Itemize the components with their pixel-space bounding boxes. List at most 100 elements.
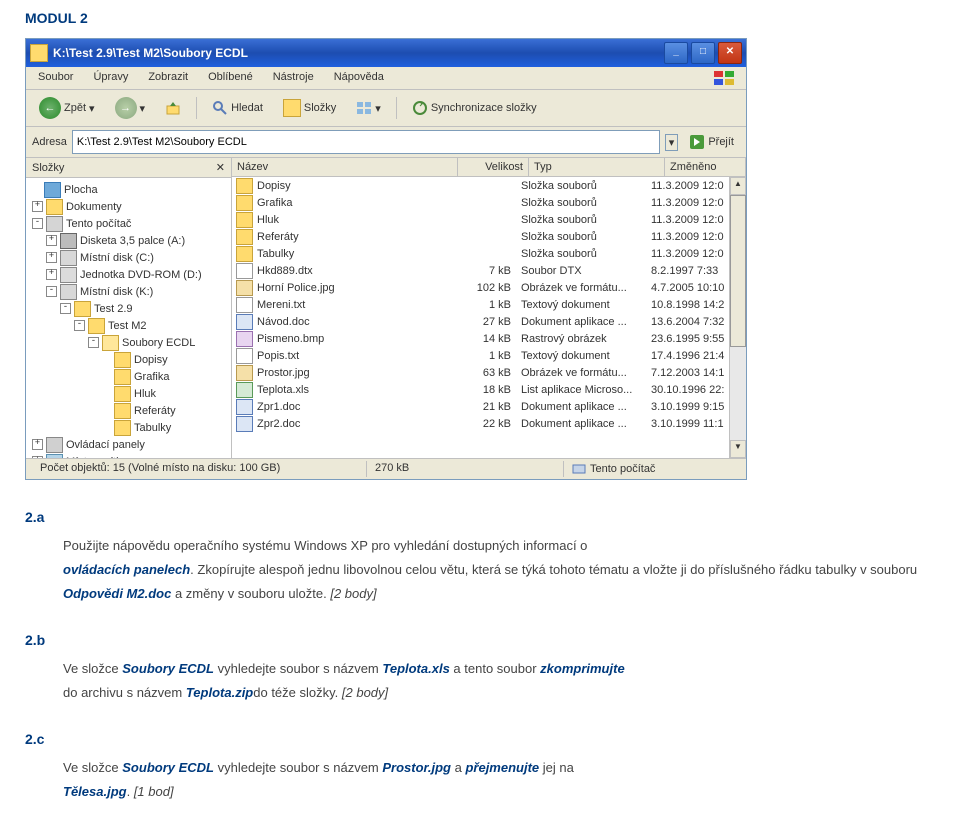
scroll-up-icon[interactable]: ▲ — [730, 177, 746, 195]
column-size[interactable]: Velikost — [458, 158, 529, 176]
tree-item[interactable]: Dopisy — [28, 351, 229, 368]
column-type[interactable]: Typ — [529, 158, 665, 176]
up-button[interactable] — [158, 97, 188, 119]
back-button[interactable]: ←Zpět ▾ — [32, 94, 102, 122]
expand-icon[interactable]: - — [60, 303, 71, 314]
titlebar[interactable]: K:\Test 2.9\Test M2\Soubory ECDL _ □ ✕ — [26, 39, 746, 67]
tree-item[interactable]: -Místní disk (K:) — [28, 283, 229, 300]
close-button[interactable]: ✕ — [718, 42, 742, 64]
tree-item[interactable]: Grafika — [28, 368, 229, 385]
close-pane-icon[interactable]: ✕ — [216, 161, 225, 174]
menu-upravy[interactable]: Úpravy — [85, 69, 136, 87]
tree-item-label: Místní disk (C:) — [80, 252, 154, 264]
folders-button[interactable]: Složky — [276, 96, 343, 120]
forward-button[interactable]: → ▾ — [108, 94, 153, 122]
tree-item[interactable]: +Disketa 3,5 palce (A:) — [28, 232, 229, 249]
minimize-button[interactable]: _ — [664, 42, 688, 64]
file-type: Dokument aplikace ... — [516, 401, 646, 413]
file-size: 14 kB — [451, 333, 516, 345]
expand-icon[interactable]: + — [32, 456, 43, 458]
file-row[interactable]: Teplota.xls18 kBList aplikace Microso...… — [232, 381, 729, 398]
expand-icon[interactable]: + — [46, 269, 57, 280]
task-number: 2.c — [25, 727, 935, 753]
address-dropdown-icon[interactable]: ▾ — [665, 134, 679, 151]
folder-icon — [114, 403, 131, 419]
tree-item-label: Tento počítač — [66, 218, 131, 230]
tree-item[interactable]: - Tento počítač — [28, 215, 229, 232]
file-row[interactable]: Mereni.txt1 kBTextový dokument10.8.1998 … — [232, 296, 729, 313]
file-row[interactable]: Zpr1.doc21 kBDokument aplikace ...3.10.1… — [232, 398, 729, 415]
expand-icon[interactable]: - — [32, 218, 43, 229]
menu-oblibene[interactable]: Oblíbené — [200, 69, 261, 87]
doc-icon — [236, 399, 253, 415]
sync-button[interactable]: Synchronizace složky — [405, 97, 544, 119]
file-type: Obrázek ve formátu... — [516, 367, 646, 379]
search-button[interactable]: Hledat — [205, 97, 270, 119]
tree-item[interactable]: Plocha — [28, 181, 229, 198]
tree-item[interactable]: Referáty — [28, 402, 229, 419]
folderopen-icon — [102, 335, 119, 351]
file-name: Tabulky — [257, 248, 294, 260]
menu-zobrazit[interactable]: Zobrazit — [140, 69, 196, 87]
tree-item[interactable]: + Místní disk (C:) — [28, 249, 229, 266]
scroll-thumb[interactable] — [730, 195, 746, 347]
go-button[interactable]: Přejít — [683, 133, 740, 151]
expand-icon[interactable]: + — [32, 201, 43, 212]
column-date[interactable]: Změněno — [665, 158, 746, 176]
tree-item[interactable]: +Ovládací panely — [28, 436, 229, 453]
tree-item[interactable]: Tabulky — [28, 419, 229, 436]
menu-napoveda[interactable]: Nápověda — [326, 69, 392, 87]
file-date: 11.3.2009 12:0 — [646, 231, 729, 243]
window-title: K:\Test 2.9\Test M2\Soubory ECDL — [53, 46, 248, 60]
tree-item[interactable]: +Místa v síti — [28, 453, 229, 458]
dtx-icon — [236, 263, 253, 279]
maximize-button[interactable]: □ — [691, 42, 715, 64]
menu-nastroje[interactable]: Nástroje — [265, 69, 322, 87]
file-type: Složka souborů — [516, 248, 646, 260]
file-row[interactable]: Pismeno.bmp14 kBRastrový obrázek23.6.199… — [232, 330, 729, 347]
file-row[interactable]: DopisySložka souborů11.3.2009 12:0 — [232, 177, 729, 194]
file-name: Návod.doc — [257, 316, 310, 328]
file-row[interactable]: TabulkySložka souborů11.3.2009 12:0 — [232, 245, 729, 262]
tree-item[interactable]: +Dokumenty — [28, 198, 229, 215]
tree-item[interactable]: Hluk — [28, 385, 229, 402]
file-row[interactable]: Hkd889.dtx7 kBSoubor DTX8.2.1997 7:33 — [232, 262, 729, 279]
expand-icon[interactable]: - — [46, 286, 57, 297]
tree-item[interactable]: -Soubory ECDL — [28, 334, 229, 351]
file-name: Dopisy — [257, 180, 291, 192]
vertical-scrollbar[interactable]: ▲ ▼ — [729, 177, 746, 458]
tree-item[interactable]: -Test 2.9 — [28, 300, 229, 317]
file-type: Dokument aplikace ... — [516, 418, 646, 430]
views-button[interactable]: ▾ — [349, 97, 388, 119]
scroll-down-icon[interactable]: ▼ — [730, 440, 746, 458]
file-name: Teplota.xls — [257, 384, 309, 396]
file-name: Zpr1.doc — [257, 401, 300, 413]
file-row[interactable]: Návod.doc27 kBDokument aplikace ...13.6.… — [232, 313, 729, 330]
tree-item[interactable]: +Jednotka DVD-ROM (D:) — [28, 266, 229, 283]
file-row[interactable]: Zpr2.doc22 kBDokument aplikace ...3.10.1… — [232, 415, 729, 432]
expand-icon[interactable]: + — [46, 235, 57, 246]
tree-item[interactable]: -Test M2 — [28, 317, 229, 334]
folder-icon — [46, 199, 63, 215]
expand-icon[interactable]: + — [32, 439, 43, 450]
expand-icon[interactable]: - — [74, 320, 85, 331]
file-row[interactable]: GrafikaSložka souborů11.3.2009 12:0 — [232, 194, 729, 211]
task-text: Ve složce Soubory ECDL vyhledejte soubor… — [25, 756, 935, 804]
task-number: 2.b — [25, 628, 935, 654]
folders-pane: Složky ✕ Plocha+Dokumenty-Tento počítač+… — [26, 158, 232, 458]
file-row[interactable]: HlukSložka souborů11.3.2009 12:0 — [232, 211, 729, 228]
drive-icon — [60, 284, 77, 300]
address-input[interactable] — [72, 130, 660, 154]
menu-soubor[interactable]: Soubor — [30, 69, 81, 87]
folder-icon — [88, 318, 105, 334]
expand-icon[interactable]: + — [46, 252, 57, 263]
file-type: Soubor DTX — [516, 265, 646, 277]
expand-icon[interactable]: - — [88, 337, 99, 348]
file-date: 8.2.1997 7:33 — [646, 265, 729, 277]
file-row[interactable]: Prostor.jpg63 kBObrázek ve formátu...7.1… — [232, 364, 729, 381]
file-row[interactable]: Horní Police.jpg102 kBObrázek ve formátu… — [232, 279, 729, 296]
file-row[interactable]: Popis.txt1 kBTextový dokument17.4.1996 2… — [232, 347, 729, 364]
column-name[interactable]: Název — [232, 158, 458, 176]
menubar: Soubor Úpravy Zobrazit Oblíbené Nástroje… — [26, 67, 746, 90]
file-row[interactable]: ReferátySložka souborů11.3.2009 12:0 — [232, 228, 729, 245]
